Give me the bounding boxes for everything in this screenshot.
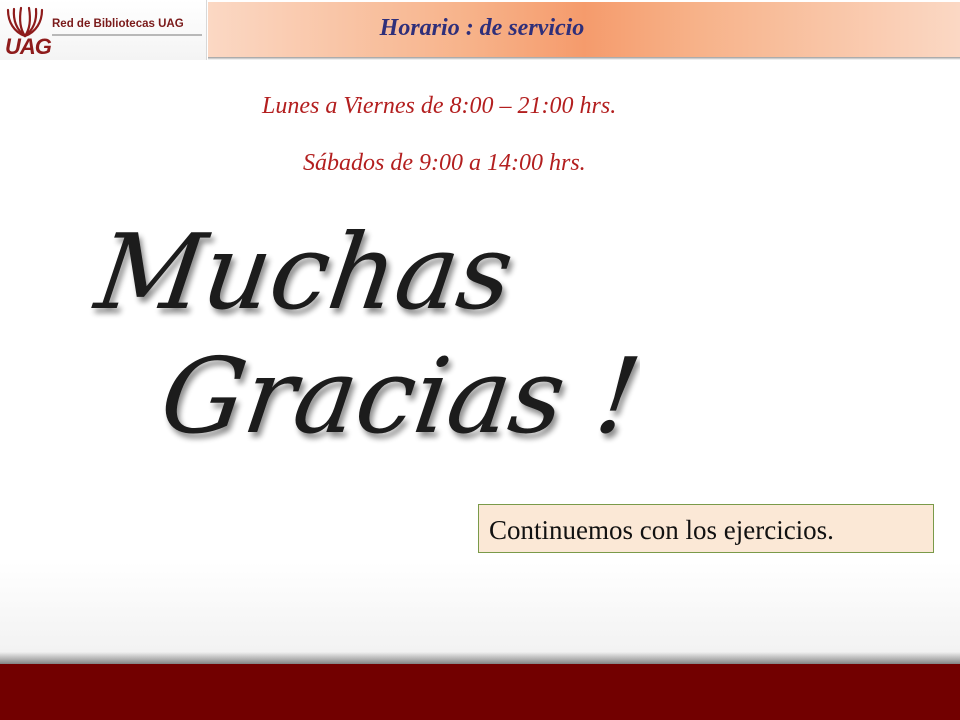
logo-divider [52,34,202,36]
header: UAG Red de Bibliotecas UAG Horario : de … [0,0,960,62]
page-title: Horario : de servicio [379,15,585,41]
schedule-weekdays: Lunes a Viernes de 8:00 – 21:00 hrs. [262,93,617,119]
logo-abbreviation: UAG [5,34,52,59]
thanks-word-2: Gracias ! [154,335,640,456]
footer-bar [0,664,960,720]
callout-text: Continuemos con los ejercicios. [489,515,834,545]
thank-you-script-image: Muchas Gracias ! [87,211,640,456]
exercises-callout: Continuemos con los ejercicios. [478,504,934,553]
schedule-saturday: Sábados de 9:00 a 14:00 hrs. [303,150,586,176]
library-logo: UAG Red de Bibliotecas UAG [0,0,207,60]
wings-logo-icon [6,6,44,38]
slide: UAG Red de Bibliotecas UAG Horario : de … [0,0,960,720]
thanks-word-1: Muchas [87,211,520,332]
logo-text: Red de Bibliotecas UAG [52,18,184,30]
